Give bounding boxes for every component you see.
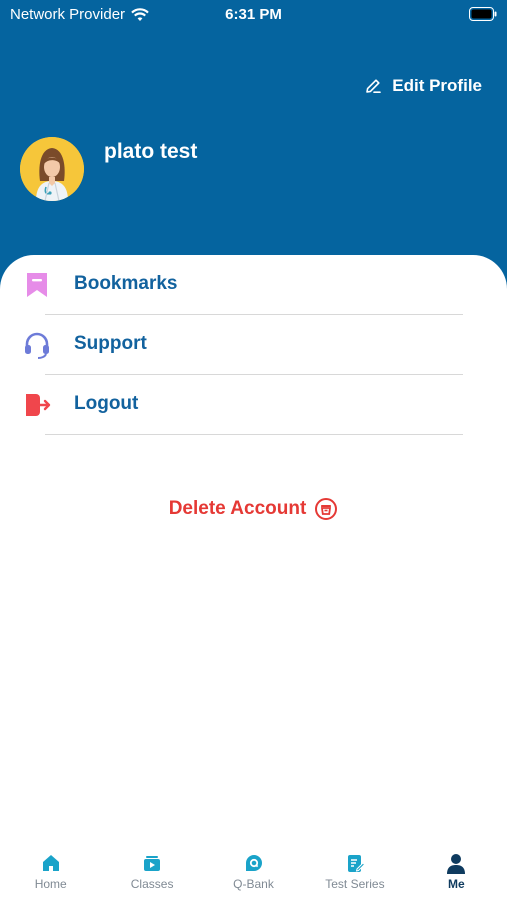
bookmark-icon bbox=[22, 270, 52, 300]
tab-label: Test Series bbox=[325, 877, 385, 891]
trash-icon bbox=[315, 498, 338, 520]
status-bar: Network Provider 6:31 PM bbox=[0, 0, 507, 28]
tab-label: Q-Bank bbox=[233, 877, 274, 891]
tab-me[interactable]: Me bbox=[406, 840, 507, 900]
tab-label: Me bbox=[447, 877, 465, 891]
user-name: plato test bbox=[104, 140, 198, 163]
tab-qbank[interactable]: Q-Bank bbox=[203, 840, 304, 900]
menu-sheet: Bookmarks Support Logout bbox=[0, 255, 507, 900]
qbank-icon bbox=[243, 852, 265, 874]
tab-label: Classes bbox=[130, 877, 174, 891]
delete-account-label: Delete Account bbox=[168, 498, 307, 519]
tab-home[interactable]: Home bbox=[0, 840, 101, 900]
avatar bbox=[20, 137, 84, 201]
tab-test-series[interactable]: Test Series bbox=[304, 840, 405, 900]
delete-account-button[interactable]: Delete Account bbox=[0, 497, 507, 521]
edit-profile-button[interactable]: Edit Profile bbox=[364, 76, 482, 96]
classes-icon bbox=[141, 852, 163, 874]
person-icon bbox=[445, 852, 467, 874]
tab-label: Home bbox=[34, 877, 67, 891]
edit-profile-label: Edit Profile bbox=[392, 76, 482, 95]
menu-item-bookmarks[interactable]: Bookmarks bbox=[22, 255, 463, 315]
menu-item-support[interactable]: Support bbox=[22, 315, 463, 375]
doctor-avatar-icon bbox=[20, 137, 84, 201]
tab-classes[interactable]: Classes bbox=[101, 840, 202, 900]
clock: 6:31 PM bbox=[225, 6, 282, 23]
divider bbox=[45, 433, 463, 435]
home-icon bbox=[40, 852, 62, 874]
menu-item-label: Logout bbox=[74, 393, 139, 414]
headset-icon bbox=[22, 330, 52, 360]
bottom-tab-bar: Home Classes Q-Bank Test Series Me bbox=[0, 840, 507, 900]
pencil-icon bbox=[366, 79, 382, 93]
menu-item-label: Support bbox=[74, 333, 147, 354]
battery-icon bbox=[469, 7, 497, 25]
menu-item-logout[interactable]: Logout bbox=[22, 375, 463, 435]
logout-icon bbox=[22, 390, 52, 420]
test-series-icon bbox=[344, 852, 366, 874]
menu-item-label: Bookmarks bbox=[74, 273, 178, 294]
